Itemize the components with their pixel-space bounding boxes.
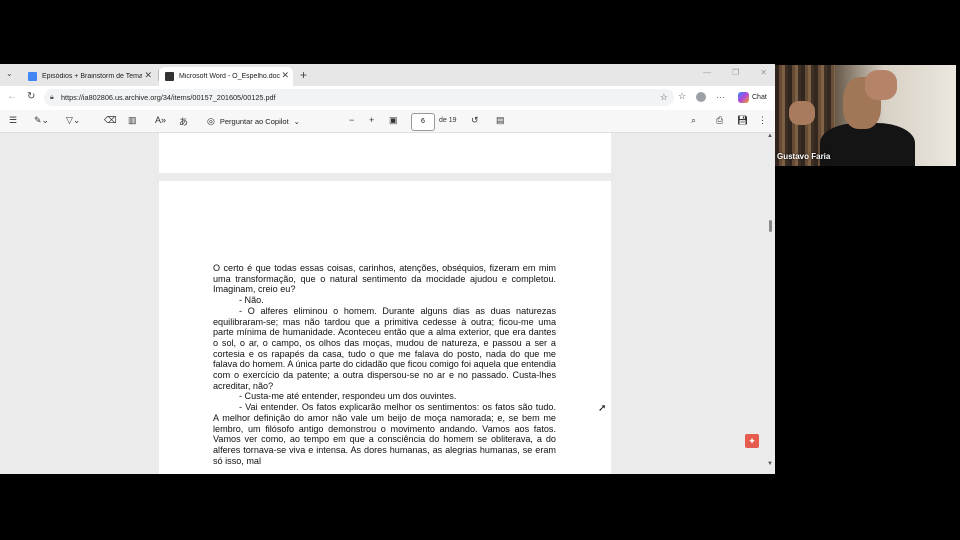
participant-name: Gustavo Faria bbox=[777, 152, 831, 161]
person-hand bbox=[865, 70, 897, 100]
page-view-icon[interactable]: ▤ bbox=[496, 115, 505, 126]
chat-label: Chat bbox=[752, 94, 767, 101]
browser-window: ⌄ Episódios + Brainstorm de Temas ✕ Micr… bbox=[0, 64, 775, 474]
paragraph: - Custa-me até entender, respondeu um do… bbox=[239, 391, 457, 402]
docs-icon bbox=[28, 72, 37, 81]
browser-actions: ☆ ··· bbox=[678, 91, 725, 102]
person-hand bbox=[789, 101, 815, 125]
draw-icon[interactable]: ▽⌄ bbox=[66, 115, 80, 126]
page-count: de 19 bbox=[439, 117, 457, 124]
zoom-out-icon[interactable]: − bbox=[349, 115, 354, 125]
window-controls: — ❐ ✕ bbox=[703, 68, 767, 77]
pdf-page-current: O certo é que todas essas coisas, carinh… bbox=[159, 181, 611, 474]
page-number-input[interactable]: 6 bbox=[411, 113, 435, 131]
page-text: O certo é que todas essas coisas, carinh… bbox=[213, 263, 556, 466]
copilot-label: Perguntar ao Copilot bbox=[219, 117, 289, 126]
pdf-viewer[interactable]: O certo é que todas essas coisas, carinh… bbox=[0, 133, 775, 474]
paragraph: O certo é que todas essas coisas, carinh… bbox=[213, 263, 556, 295]
close-tab-icon[interactable]: ✕ bbox=[144, 70, 152, 81]
pdf-icon bbox=[165, 72, 174, 81]
rotate-icon[interactable]: ↺ bbox=[471, 115, 479, 126]
copilot-chat-button[interactable]: Chat bbox=[738, 92, 767, 103]
copilot-icon bbox=[738, 92, 749, 103]
read-aloud-icon[interactable]: A» bbox=[155, 115, 166, 125]
eraser-icon[interactable]: ⌫ bbox=[104, 115, 117, 126]
minimize-icon[interactable]: — bbox=[703, 68, 711, 77]
new-tab-button[interactable]: + bbox=[300, 68, 307, 82]
tab-strip: ⌄ Episódios + Brainstorm de Temas ✕ Micr… bbox=[0, 64, 775, 86]
zoom-in-icon[interactable]: + bbox=[369, 115, 374, 125]
profile-avatar[interactable] bbox=[696, 91, 707, 102]
scroll-up-icon[interactable]: ▲ bbox=[767, 133, 773, 139]
paragraph: - O alferes eliminou o homem. Durante al… bbox=[213, 305, 556, 391]
pdf-toolbar: ☰ ✎⌄ ▽⌄ ⌫ ▥ A» あ ◎ Perguntar ao Copilot … bbox=[0, 110, 775, 133]
search-icon[interactable]: ⌕ bbox=[691, 115, 696, 126]
fit-page-icon[interactable]: ▣ bbox=[389, 115, 398, 126]
tab-title: Episódios + Brainstorm de Temas bbox=[42, 73, 142, 80]
ask-copilot-button[interactable]: ◎ Perguntar ao Copilot ⌄ bbox=[207, 116, 300, 127]
url-bar[interactable]: 🔒︎ https://ia802806.us.archive.org/34/it… bbox=[44, 89, 674, 106]
chevron-down-icon: ⌄ bbox=[293, 117, 300, 126]
tab-episodios[interactable]: Episódios + Brainstorm de Temas ✕ bbox=[22, 67, 156, 86]
contents-icon[interactable]: ☰ bbox=[9, 115, 17, 126]
person-body bbox=[820, 123, 915, 166]
paragraph: - Não. bbox=[239, 295, 264, 306]
text-box-icon[interactable]: ▥ bbox=[128, 115, 137, 126]
scroll-down-icon[interactable]: ▼ bbox=[767, 461, 773, 467]
more-menu-icon[interactable]: ··· bbox=[716, 92, 725, 102]
favorite-star-icon[interactable]: ☆ bbox=[660, 89, 668, 106]
pdf-page-previous bbox=[159, 133, 611, 173]
paragraph: - Vai entender. Os fatos explicarão melh… bbox=[213, 402, 556, 466]
close-tab-icon[interactable]: ✕ bbox=[281, 70, 289, 81]
mouse-cursor-icon: ➚ bbox=[598, 403, 607, 414]
tab-title: Microsoft Word - O_Espelho.doc bbox=[179, 73, 281, 80]
print-icon[interactable]: ⎙ bbox=[716, 115, 723, 126]
translate-icon[interactable]: あ bbox=[179, 115, 188, 128]
url-text: https://ia802806.us.archive.org/34/items… bbox=[61, 93, 276, 102]
lock-icon[interactable]: 🔒︎ bbox=[50, 89, 54, 106]
back-icon[interactable]: ← bbox=[7, 91, 17, 102]
address-bar-row: ← ↻ 🔒︎ https://ia802806.us.archive.org/3… bbox=[0, 86, 775, 110]
copilot-icon: ◎ bbox=[207, 116, 215, 126]
scrollbar-thumb[interactable] bbox=[769, 220, 772, 232]
save-icon[interactable]: 💾︎ bbox=[737, 115, 748, 126]
close-window-icon[interactable]: ✕ bbox=[760, 68, 767, 77]
highlight-icon[interactable]: ✎⌄ bbox=[34, 115, 49, 126]
refresh-icon[interactable]: ↻ bbox=[27, 91, 35, 102]
video-thumbnail: Gustavo Faria bbox=[775, 65, 956, 166]
tab-o-espelho[interactable]: Microsoft Word - O_Espelho.doc ✕ bbox=[159, 67, 293, 86]
tab-list-icon[interactable]: ⌄ bbox=[6, 69, 13, 78]
vertical-scrollbar[interactable]: ▲ ▼ bbox=[766, 133, 775, 474]
acrobat-icon[interactable]: ✦ bbox=[745, 434, 759, 448]
maximize-icon[interactable]: ❐ bbox=[732, 68, 739, 77]
more-options-icon[interactable]: ⋮ bbox=[758, 115, 767, 126]
favorites-icon[interactable]: ☆ bbox=[678, 91, 686, 102]
